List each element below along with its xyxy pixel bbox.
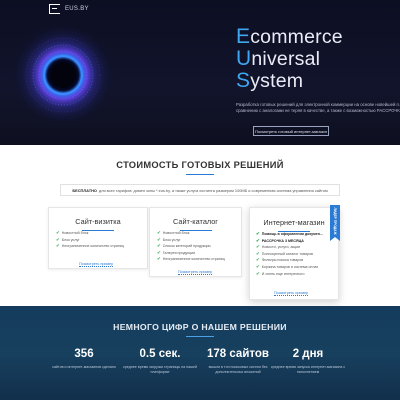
check-icon: ✔ [56,230,60,236]
stats-section: НЕМНОГО ЦИФР О НАШЕМ РЕШЕНИИ 356 сайтов … [0,306,400,400]
plan-features: ✔ Новостной блок ✔ Блок услуг ✔ Список кате… [157,230,225,263]
check-icon: ✔ [256,264,260,270]
title-underline [186,174,214,175]
plan-title: Интернет-магазин [263,218,325,227]
headline-line-1: Ecommerce [236,25,343,49]
check-icon: ✔ [157,236,161,242]
stat-launch-time: 2 дня среднее время запуска интернет-маг… [268,348,348,375]
stats-title-rule [186,336,214,337]
stats-title: НЕМНОГО ЦИФР О НАШЕМ РЕШЕНИИ [113,322,287,332]
check-icon: ✔ [56,236,60,242]
stat-caption: среднее время запуска интернет-магазина … [270,365,346,374]
plan-title: Сайт-визитка [75,217,121,226]
site-logo[interactable]: EUS.BY [49,4,89,14]
plan-card-business-card: Сайт-визитка ✔ Новостной блок ✔ Блок услуг… [48,207,148,269]
check-icon: ✔ [157,243,161,249]
check-icon: ✔ [157,256,161,262]
digital-eye-graphic [8,20,118,130]
check-icon: ✔ [157,230,161,236]
stat-caption: среднее время загрузки страницы на нашей… [123,365,197,374]
plan-feature: ✔ Блок услуг [157,236,181,242]
plan-feature: ✔ Новостной блок [56,230,89,236]
plan-card-catalog: Сайт-каталог ✔ Новостной блок ✔ Блок услуг… [149,207,242,277]
logo-icon [49,4,60,14]
hero-description: Разработка готовых решений для электронн… [236,102,400,114]
plan-title: Сайт-каталог [173,217,218,226]
notice-highlight: БЕСПЛАТНО [72,187,97,193]
plan-card-online-store: ЛИДЕР ПРОДАЖ Интернет-магазин ✔ Помощь в … [249,205,340,300]
plan-feature: ✔ Галерея продукции [157,249,195,255]
stat-sites-made: 356 сайтов и интернет-магазинов сделано [48,348,120,370]
check-icon: ✔ [256,257,260,263]
plan-features: ✔ Помощь в оформлении докумен... ✔ РАССРОЧ… [256,231,323,277]
view-example-link[interactable]: Посмотреть пример [274,291,309,296]
plan-feature: ✔ Неограниченное количество страниц [56,243,124,249]
view-example-link[interactable]: Посмотреть пример [178,270,213,275]
plan-feature: ✔ РАССРОЧКА 3 МЕСЯЦА [256,237,304,243]
plan-feature: ✔ Помощь в оформлении докумен... [256,231,323,237]
plan-feature: ✔ И очень еще интересного [256,270,305,276]
plan-feature: ✔ Неограниченное количество страниц [157,256,225,262]
plan-features: ✔ Новостной блок ✔ Блок услуг ✔ Неограничен… [56,230,124,250]
stat-value: 0.5 сек. [139,348,181,360]
headline-line-3: System [236,69,304,93]
plan-feature: ✔ Список категорий продукции [157,243,211,249]
hero-headline: Ecommerce Universal System [236,25,343,93]
check-icon: ✔ [157,249,161,255]
check-icon: ✔ [256,270,260,276]
stat-caption: сайтов и интернет-магазинов сделано [52,365,116,369]
stat-load-time: 0.5 сек. среднее время загрузки страницы… [120,348,200,375]
check-icon: ✔ [56,243,60,249]
plan-feature: ✔ Новости, услуги, акции [256,244,301,250]
plan-feature: ✔ Полноценный каталог товаров [256,250,313,256]
stat-value: 2 дня [292,348,324,360]
stat-value: 356 [74,348,94,360]
plan-feature: ✔ Новостной блок [157,230,190,236]
free-notice: БЕСПЛАТНО для всех тарифов: домен зоны *… [60,184,340,196]
hero-section: EUS.BY Ecommerce Universal System Разраб… [0,0,400,145]
logo-text: EUS.BY [65,6,89,12]
plan-feature: ✔ Фильтры поиска товаров [256,257,304,263]
bestseller-ribbon: ЛИДЕР ПРОДАЖ [330,205,340,241]
check-icon: ✔ [256,244,260,250]
view-example-link[interactable]: Посмотреть пример [79,262,114,267]
check-icon: ✔ [256,231,260,237]
notice-text: для всех тарифов: домен зоны *.eus.by, а… [98,187,328,193]
check-icon: ✔ [256,237,260,243]
check-icon: ✔ [256,250,260,256]
view-store-button[interactable]: Посмотреть готовый интернет-магазин [253,126,329,136]
headline-line-2: Universal [236,47,321,71]
pricing-title: СТОИМОСТЬ ГОТОВЫХ РЕШЕНИЙ [116,160,284,170]
plan-feature: ✔ Блок услуг [56,236,80,242]
plan-feature: ✔ Корзина товаров и система оплат [256,264,319,270]
